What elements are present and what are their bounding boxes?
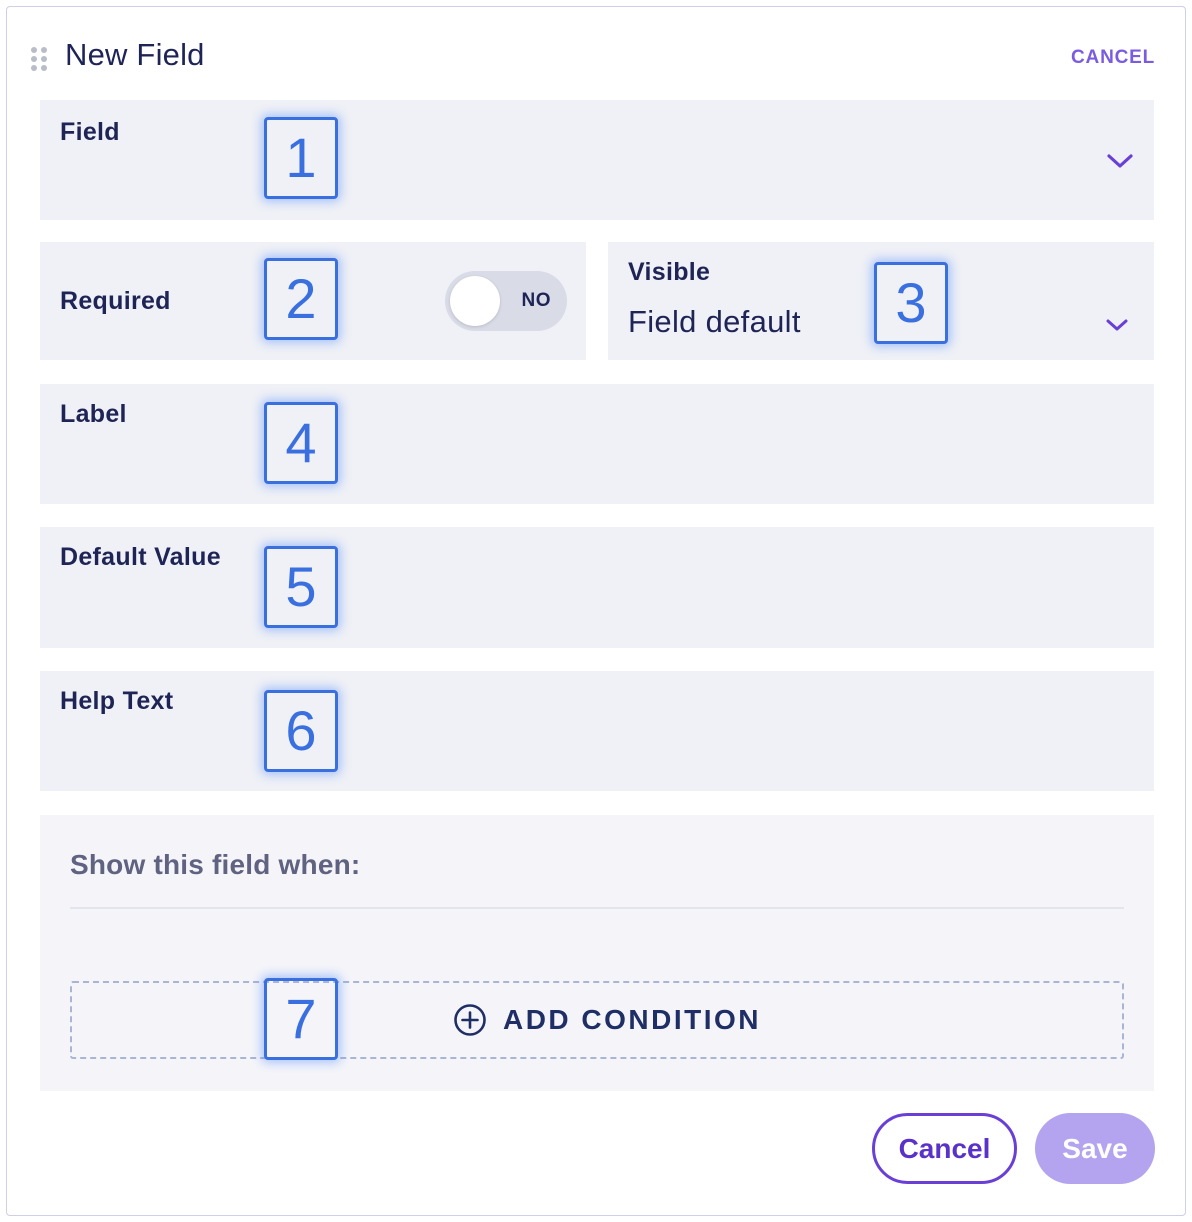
annotation-marker-4: 4 bbox=[264, 402, 338, 484]
annotation-marker-7: 7 bbox=[264, 978, 338, 1060]
annotation-marker-1: 1 bbox=[264, 117, 338, 199]
toggle-knob bbox=[450, 276, 500, 326]
label-field-label: Label bbox=[60, 400, 127, 428]
divider bbox=[70, 907, 1124, 909]
add-condition-button[interactable]: ADD CONDITION bbox=[70, 981, 1124, 1059]
chevron-down-icon[interactable] bbox=[1106, 152, 1134, 170]
required-label: Required bbox=[60, 287, 171, 315]
default-value-label: Default Value bbox=[60, 543, 221, 571]
required-toggle[interactable]: NO bbox=[445, 271, 567, 331]
chevron-down-icon[interactable] bbox=[1103, 316, 1131, 334]
new-field-dialog: New Field CANCEL Field Required NO Visib… bbox=[6, 6, 1186, 1216]
default-value-input[interactable]: Default Value bbox=[40, 527, 1154, 648]
cancel-button[interactable]: Cancel bbox=[872, 1113, 1017, 1184]
conditions-title: Show this field when: bbox=[70, 849, 361, 880]
toggle-state-text: NO bbox=[521, 290, 551, 311]
save-button[interactable]: Save bbox=[1035, 1113, 1155, 1184]
dialog-title: New Field bbox=[65, 37, 205, 72]
field-select[interactable]: Field bbox=[40, 100, 1154, 220]
header-cancel-link[interactable]: CANCEL bbox=[1071, 47, 1155, 69]
help-text-input[interactable]: Help Text bbox=[40, 671, 1154, 791]
annotation-marker-2: 2 bbox=[264, 258, 338, 340]
annotation-marker-5: 5 bbox=[264, 546, 338, 628]
help-text-label: Help Text bbox=[60, 687, 174, 715]
label-input[interactable]: Label bbox=[40, 384, 1154, 504]
annotation-marker-6: 6 bbox=[264, 690, 338, 772]
add-condition-label: ADD CONDITION bbox=[502, 1004, 762, 1035]
field-label: Field bbox=[60, 118, 120, 146]
visible-value: Field default bbox=[628, 304, 801, 339]
plus-circle-icon bbox=[454, 1004, 486, 1036]
drag-handle-icon[interactable] bbox=[31, 47, 47, 71]
conditions-section: Show this field when: ADD CONDITION bbox=[40, 815, 1154, 1091]
visible-label: Visible bbox=[628, 258, 711, 286]
annotation-marker-3: 3 bbox=[874, 262, 948, 344]
